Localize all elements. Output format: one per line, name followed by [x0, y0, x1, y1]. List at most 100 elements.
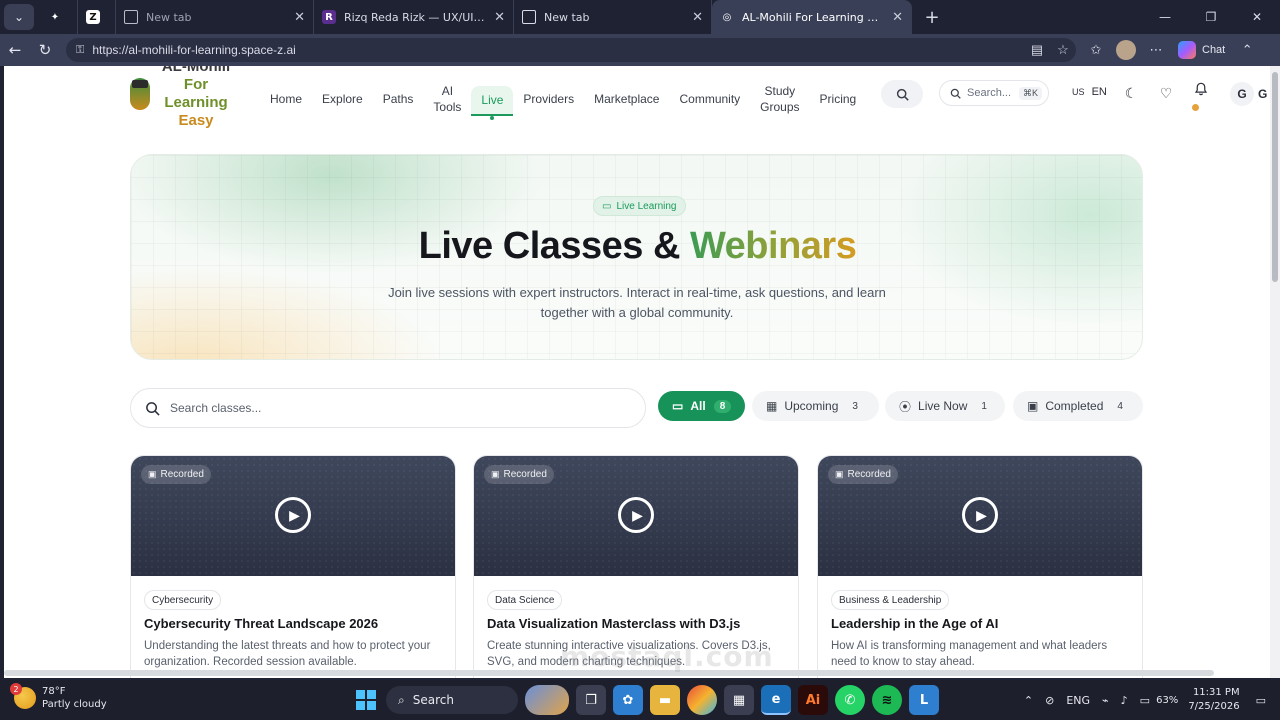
class-card[interactable]: ▣ Recorded ▶ Cybersecurity Cybersecurity… [130, 455, 456, 678]
play-icon[interactable]: ▶ [618, 497, 654, 533]
file-explorer-icon[interactable]: ▬ [650, 685, 680, 715]
close-icon[interactable]: ✕ [892, 10, 903, 25]
new-tab-button[interactable]: + [918, 3, 946, 31]
profile-avatar[interactable] [1116, 40, 1136, 60]
battery-icon[interactable]: ▭ [1140, 694, 1150, 707]
tab-newtab-1[interactable]: New tab ✕ [116, 0, 314, 34]
clock[interactable]: 11:31 PM 7/25/2026 [1188, 686, 1239, 714]
user-avatar[interactable]: G [1230, 82, 1254, 106]
favorites-icon[interactable]: ✩ [1082, 43, 1110, 58]
nav-marketplace[interactable]: Marketplace [584, 76, 669, 122]
windows-taskbar: 2 78°F Partly cloudy ⌕ Search ❐ ✿ ▬ ▦ e … [0, 680, 1280, 720]
search-icon [896, 88, 909, 101]
user-name-initial[interactable]: G [1258, 82, 1270, 106]
illustrator-icon[interactable]: Ai [798, 685, 828, 715]
play-icon[interactable]: ▶ [962, 497, 998, 533]
close-icon[interactable]: ✕ [294, 10, 305, 25]
tab-rizq[interactable]: R Rizq Reda Rizk — UX/UI & Produc ✕ [314, 0, 514, 34]
location-off-icon[interactable]: ⊘ [1045, 694, 1054, 707]
minimize-icon[interactable]: — [1142, 0, 1188, 34]
notification-center-icon[interactable]: ▭ [1256, 694, 1266, 707]
tab-actions-menu[interactable]: ⌄ [4, 4, 34, 30]
logo-text: AL-Mohili For Learning Easy [154, 66, 238, 130]
nav-home[interactable]: Home [260, 76, 312, 122]
class-card[interactable]: ▣ Recorded ▶ Business & Leadership Leade… [817, 455, 1143, 678]
language-switcher[interactable]: US EN [1072, 86, 1107, 98]
site-info-icon[interactable]: ⚿ [76, 44, 84, 57]
wishlist-button[interactable]: ♡ [1155, 82, 1177, 104]
photos-icon[interactable]: ✿ [613, 685, 643, 715]
class-title[interactable]: Leadership in the Age of AI [831, 616, 1131, 631]
nav-study-groups[interactable]: Study Groups [750, 76, 809, 122]
windows-start-icon[interactable] [352, 686, 380, 714]
recorded-label: Recorded [847, 469, 891, 480]
taskbar-search[interactable]: ⌕ Search [386, 686, 518, 714]
tab-label: AL-Mohili For Learning Easy — Ent [742, 10, 884, 24]
live-learning-badge: ▭ Live Learning [593, 196, 686, 216]
globe-icon: ◎ [722, 11, 732, 23]
page-scrollbar[interactable] [1270, 66, 1280, 678]
search-button[interactable] [881, 80, 923, 108]
nav-live[interactable]: Live [471, 86, 514, 120]
whatsapp-icon[interactable]: ✆ [835, 685, 865, 715]
spotify-icon[interactable]: ≋ [872, 685, 902, 715]
notifications-button[interactable] [1190, 78, 1212, 100]
site-logo[interactable]: AL-Mohili For Learning Easy [126, 66, 236, 132]
reader-mode-icon[interactable]: ▤ [1024, 42, 1050, 58]
tab-al-mohili[interactable]: ◎ AL-Mohili For Learning Easy — Ent ✕ [712, 0, 912, 34]
input-language[interactable]: ENG [1066, 694, 1090, 707]
weather-widget[interactable]: 2 78°F Partly cloudy [10, 683, 107, 711]
nav-ai-tools[interactable]: AI Tools [423, 76, 471, 122]
widgets-icon[interactable] [525, 685, 569, 715]
nav-providers[interactable]: Providers [513, 76, 584, 122]
class-title[interactable]: Data Visualization Masterclass with D3.j… [487, 616, 787, 631]
close-window-icon[interactable]: ✕ [1234, 0, 1280, 34]
play-icon[interactable]: ▶ [275, 497, 311, 533]
class-thumbnail[interactable]: ▣ Recorded ▶ [131, 456, 455, 576]
class-thumbnail[interactable]: ▣ Recorded ▶ [818, 456, 1142, 576]
class-thumbnail[interactable]: ▣ Recorded ▶ [474, 456, 798, 576]
filter-chip-all[interactable]: ▭ All 8 [658, 391, 745, 421]
nav-pricing[interactable]: Pricing [810, 76, 867, 122]
global-search[interactable]: Search... ⌘K [939, 80, 1049, 106]
recorded-badge: ▣ Recorded [484, 465, 554, 484]
volume-icon[interactable]: ♪ [1121, 694, 1128, 707]
chip-count: 3 [852, 400, 858, 412]
class-title[interactable]: Cybersecurity Threat Landscape 2026 [144, 616, 444, 631]
copilot-chat-button[interactable]: Chat [1170, 41, 1233, 59]
tab-figma[interactable]: ✦ [40, 0, 78, 34]
tab-label: New tab [544, 10, 590, 24]
window-controls: — ❐ ✕ [1142, 0, 1280, 34]
app-l-icon[interactable]: L [909, 685, 939, 715]
theme-toggle-button[interactable]: ☾ [1120, 82, 1142, 104]
tab-newtab-2[interactable]: New tab ✕ [514, 0, 712, 34]
task-view-icon[interactable]: ❐ [576, 685, 606, 715]
tab-z[interactable]: Z [78, 0, 116, 34]
back-button[interactable]: ← [0, 36, 30, 64]
chrome-icon[interactable] [687, 685, 717, 715]
class-search-input[interactable]: Search classes... [130, 388, 646, 428]
address-bar[interactable]: ⚿ https://al-mohili-for-learning.space-z… [66, 38, 1076, 62]
chevron-up-icon[interactable]: ⌃ [1233, 43, 1261, 58]
close-icon[interactable]: ✕ [692, 10, 703, 25]
nav-explore[interactable]: Explore [312, 76, 373, 122]
network-icon[interactable]: ⌁ [1102, 694, 1109, 707]
nav-study-groups-line2: Groups [760, 100, 800, 114]
nav-paths[interactable]: Paths [373, 76, 424, 122]
edge-icon[interactable]: e [761, 685, 791, 715]
store-icon[interactable]: ▦ [724, 685, 754, 715]
favorite-star-icon[interactable]: ☆ [1050, 42, 1076, 58]
filter-chip-live-now[interactable]: ⦿ Live Now 1 [885, 391, 1005, 421]
more-options-icon[interactable]: ⋯ [1142, 43, 1170, 58]
filter-chip-upcoming[interactable]: ▦ Upcoming 3 [752, 391, 879, 421]
language-code: EN [1091, 86, 1107, 98]
logo-line-3: Learning [164, 94, 228, 111]
maximize-icon[interactable]: ❐ [1188, 0, 1234, 34]
chevron-up-icon[interactable]: ⌃ [1024, 694, 1033, 707]
scrollbar-thumb[interactable] [1272, 72, 1278, 282]
filter-chip-completed[interactable]: ▣ Completed 4 [1013, 391, 1143, 421]
refresh-button[interactable]: ↻ [30, 36, 60, 64]
url-text: https://al-mohili-for-learning.space-z.a… [92, 43, 296, 57]
nav-community[interactable]: Community [669, 76, 750, 122]
close-icon[interactable]: ✕ [494, 10, 505, 25]
